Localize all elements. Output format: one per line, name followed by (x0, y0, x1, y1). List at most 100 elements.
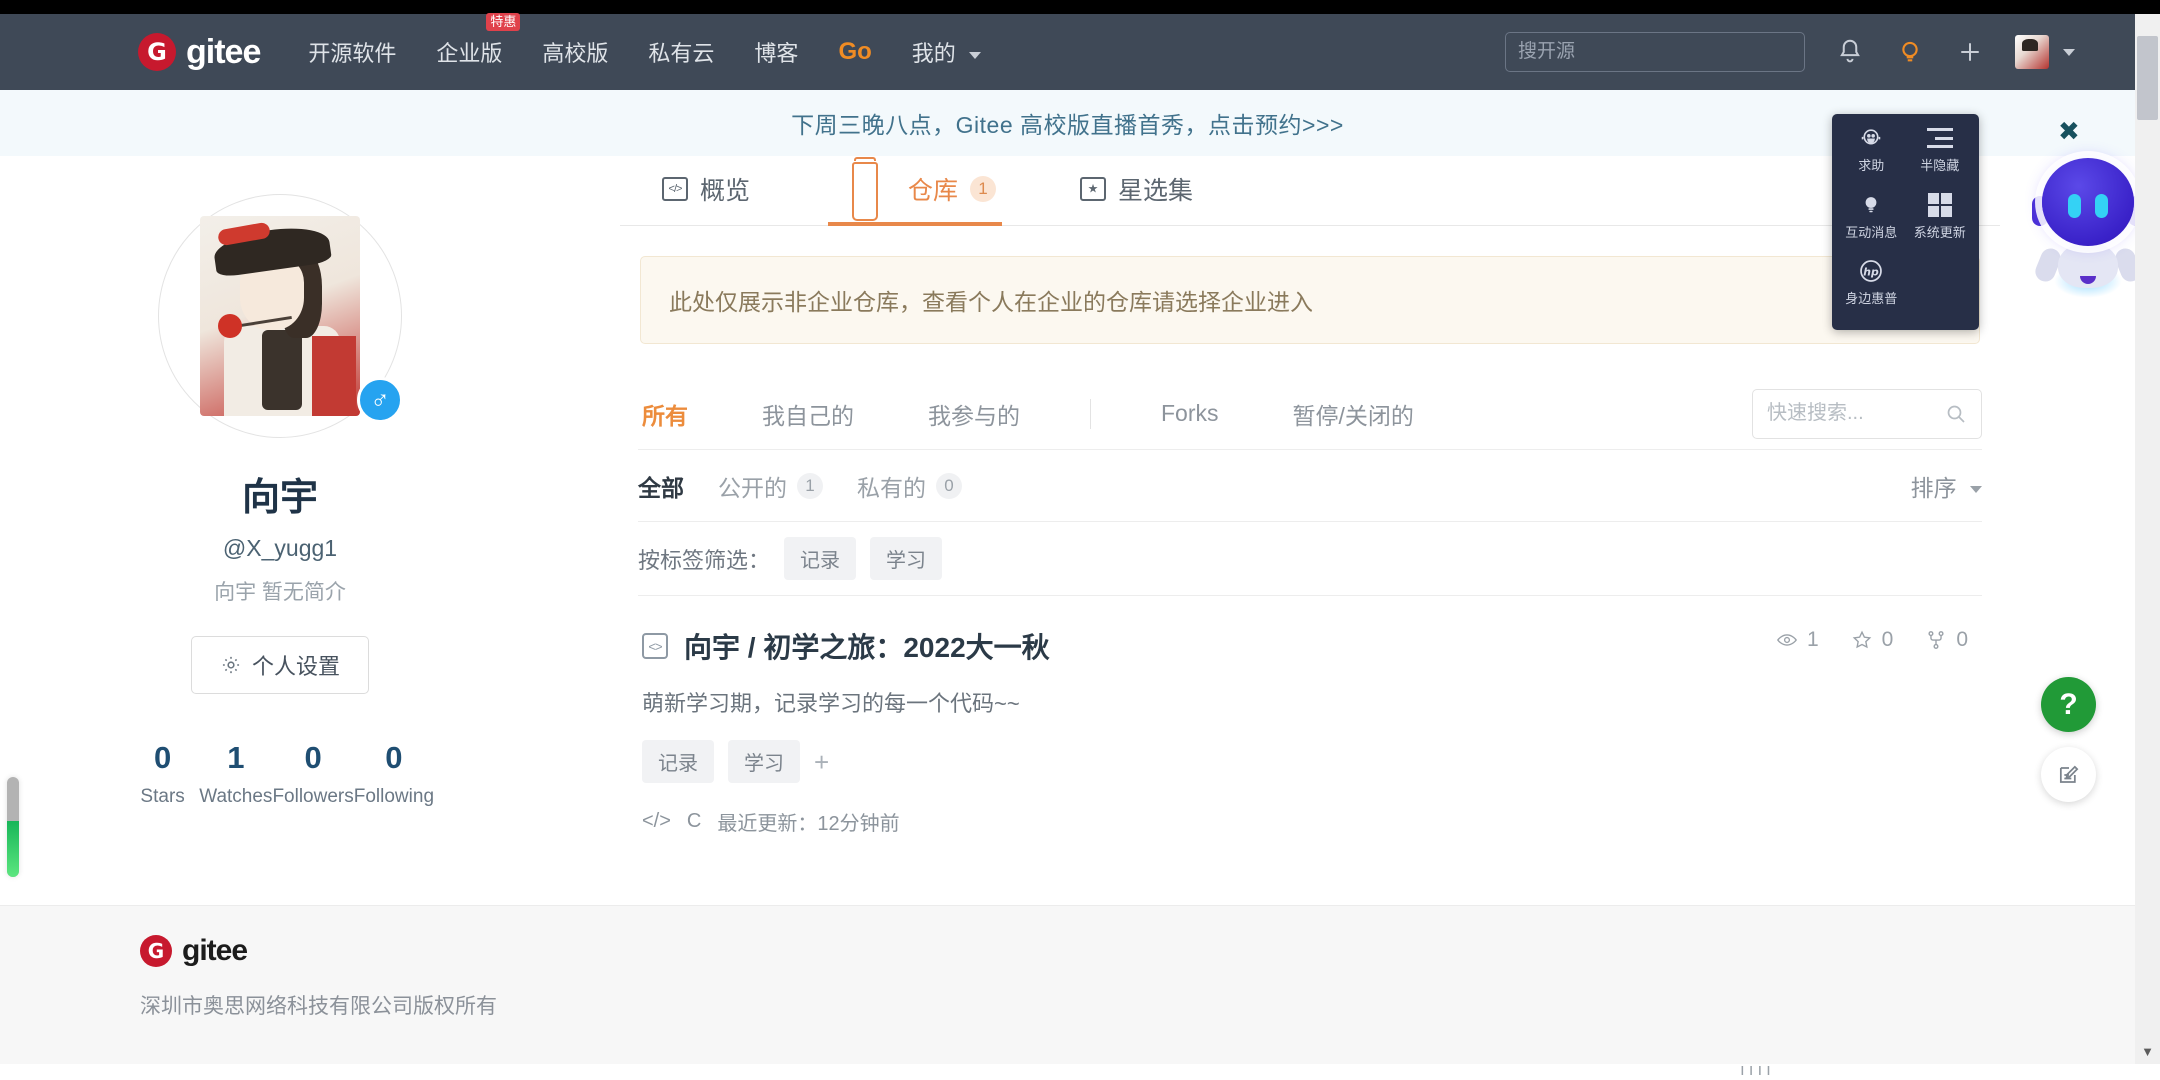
assistant-mascot[interactable] (2030, 158, 2146, 298)
gitee-logo[interactable]: G gitee (138, 32, 261, 72)
hp-item-label: 半隐藏 (1920, 158, 1960, 173)
nav-item-mine[interactable]: 我的 (908, 30, 985, 74)
filter-all[interactable]: 所有 (638, 397, 692, 431)
gender-symbol: ♂ (370, 385, 390, 415)
repo-filter-bar: 所有 我自己的 我参与的 Forks 暂停/关闭的 (638, 378, 1982, 450)
stat-watches[interactable]: 1 Watches (199, 740, 272, 808)
help-button[interactable]: ? (2041, 677, 2096, 732)
promo-badge: 特惠 (486, 13, 521, 32)
repo-name: 初学之旅：2022大一秋 (763, 632, 1050, 663)
plus-icon[interactable] (1955, 37, 1985, 67)
main-content: 概览 仓库 1 星选集 此处仅展示非企业仓库，查看个人在企业的仓库请选择企业进入… (620, 156, 2000, 870)
visibility-private[interactable]: 私有的 0 (857, 469, 962, 503)
nav-item-privatecloud[interactable]: 私有云 (644, 30, 718, 74)
nav-item-go[interactable]: Go (834, 32, 875, 72)
avatar[interactable] (2015, 35, 2049, 69)
repo-tags: 记录 学习 + (642, 740, 1978, 783)
nav-item-enterprise[interactable]: 企业版 特惠 (432, 13, 521, 74)
close-icon[interactable]: ✖ (2058, 118, 2080, 144)
nav-label: 企业版 (436, 41, 503, 66)
footer-logo[interactable]: G gitee (140, 934, 2135, 968)
tab-repositories[interactable]: 仓库 1 (828, 156, 1003, 226)
windows-icon (1925, 191, 1955, 219)
fork-icon (1928, 631, 1944, 649)
tag-filter-label: 按标签筛选： (638, 547, 771, 573)
sort-label: 排序 (1910, 474, 1957, 501)
profile-bio: 向宇 暂无简介 (214, 581, 346, 604)
site-footer: G gitee 深圳市奥思网络科技有限公司版权所有 (0, 905, 2135, 1065)
visibility-label: 私有的 (857, 474, 926, 501)
hp-panel-item-sysupdate[interactable]: 系统更新 (1907, 191, 1974, 254)
browser-scrollbar-track[interactable]: ▲ ▼ (2135, 14, 2160, 1080)
tag-filter-chip[interactable]: 学习 (870, 537, 943, 580)
nav-item-blog[interactable]: 博客 (750, 30, 802, 74)
lightbulb-icon[interactable] (1895, 37, 1925, 67)
nav-label: 私有云 (648, 41, 715, 66)
chevron-down-icon (1970, 485, 1982, 493)
page-scroll-indicator[interactable] (7, 777, 19, 877)
hp-panel-item-messages[interactable]: 互动消息 (1838, 191, 1905, 254)
promo-banner[interactable]: 下周三晚八点，Gitee 高校版直播首秀，点击预约>>> (0, 90, 2135, 156)
watch-count: 1 (1806, 628, 1819, 651)
hp-panel-item-hp[interactable]: hp 身边惠普 (1838, 257, 1905, 320)
nav-item-opensource[interactable]: 开源软件 (304, 30, 400, 74)
chevron-down-icon (968, 51, 981, 59)
site-header: G gitee 开源软件 企业版 特惠 高校版 私有云 博客 Go 我的 搜开源 (0, 13, 2135, 90)
profile-sidebar: ♂ 向宇 @X_yugg1 向宇 暂无简介 个人设置 0 Stars 1 Wat… (110, 194, 450, 808)
personal-settings-button[interactable]: 个人设置 (190, 636, 369, 694)
headset-smiley-icon (1856, 124, 1886, 152)
filter-forks[interactable]: Forks (1157, 400, 1223, 427)
gitee-logo-text: gitee (186, 32, 261, 71)
repo-watch-stat[interactable]: 1 (1776, 628, 1819, 652)
nav-item-campus[interactable]: 高校版 (538, 30, 612, 74)
repo-fork-stat[interactable]: 0 (1925, 628, 1968, 652)
bottom-strip (0, 1064, 2160, 1080)
tab-count-badge: 1 (970, 175, 997, 202)
stat-value: 0 (153, 740, 172, 775)
divider (1090, 398, 1091, 429)
visibility-all[interactable]: 全部 (638, 469, 684, 503)
filter-paused-closed[interactable]: 暂停/关闭的 (1289, 397, 1418, 431)
sort-dropdown[interactable]: 排序 (1911, 469, 1982, 503)
add-tag-icon[interactable]: + (814, 749, 829, 775)
hp-panel-item-halfhide[interactable]: 半隐藏 (1907, 124, 1974, 187)
filter-participated[interactable]: 我参与的 (924, 397, 1024, 431)
search-input[interactable] (1505, 32, 1805, 72)
stat-value: 0 (304, 740, 322, 775)
scroll-down-icon[interactable]: ▼ (2139, 1043, 2156, 1060)
bell-icon[interactable] (1835, 37, 1865, 67)
visibility-count: 1 (797, 472, 823, 499)
stat-followers[interactable]: 0 Followers (272, 740, 353, 808)
visibility-public[interactable]: 公开的 1 (718, 469, 823, 503)
stat-following[interactable]: 0 Following (354, 740, 434, 808)
repo-tag[interactable]: 记录 (642, 740, 714, 783)
profile-avatar[interactable]: ♂ (158, 194, 403, 438)
tag-filter-chip[interactable]: 记录 (784, 537, 857, 580)
visibility-count: 0 (936, 472, 962, 499)
footer-copyright: 深圳市奥思网络科技有限公司版权所有 (140, 995, 497, 1018)
edit-icon (2059, 765, 2078, 783)
hp-panel-item-help[interactable]: 求助 (1838, 124, 1905, 187)
collapse-panel-icon (1925, 124, 1955, 152)
gitee-logo-text: gitee (182, 934, 248, 967)
repo-star-stat[interactable]: 0 (1851, 628, 1893, 652)
stat-stars[interactable]: 0 Stars (126, 740, 199, 808)
tab-star-collection[interactable]: 星选集 (1074, 156, 1199, 226)
browser-scrollbar-thumb[interactable] (2137, 36, 2158, 120)
search-icon[interactable] (1944, 402, 1968, 431)
repo-list-item: <> 向宇 / 初学之旅：2022大一秋 萌新学习期，记录学习的每一个代码~~ … (638, 596, 1982, 870)
tab-overview[interactable]: 概览 (656, 156, 756, 226)
enterprise-notice: 此处仅展示非企业仓库，查看个人在企业的仓库请选择企业进入 (640, 256, 1980, 344)
taskbar-hint: ıııı (1740, 1060, 1775, 1079)
filter-mine[interactable]: 我自己的 (758, 397, 858, 431)
repo-owner: 向宇 (684, 632, 741, 663)
repo-title-link[interactable]: 向宇 / 初学之旅：2022大一秋 (684, 626, 1050, 666)
repo-tag[interactable]: 学习 (728, 740, 800, 783)
repo-icon (852, 156, 879, 221)
hp-item-label: 求助 (1858, 158, 1885, 173)
notice-text: 此处仅展示非企业仓库，查看个人在企业的仓库请选择企业进入 (669, 289, 1313, 315)
chevron-down-icon[interactable] (2063, 48, 2075, 56)
app-root: G gitee 开源软件 企业版 特惠 高校版 私有云 博客 Go 我的 搜开源… (0, 0, 2160, 1080)
gitee-logo-mark: G (138, 33, 176, 71)
feedback-button[interactable] (2041, 747, 2096, 802)
